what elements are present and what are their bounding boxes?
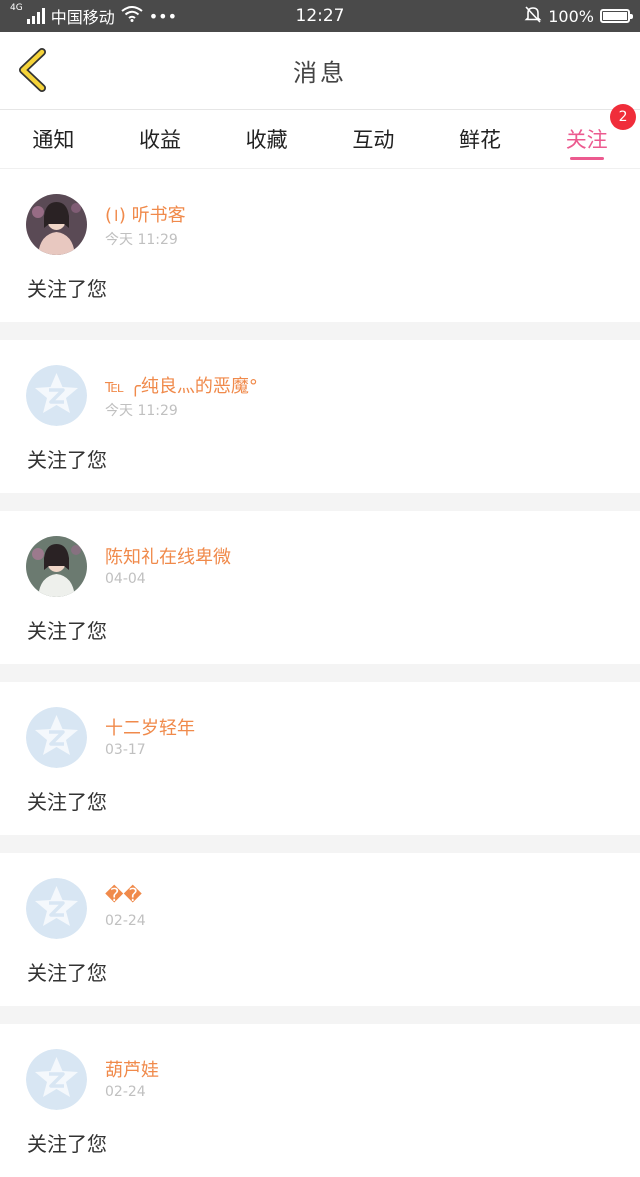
message-list: (।) 听书客今天 11:29 关注了您 ℡ ╭纯良灬的恶魔° 今天 11:29 关注了… [0,169,640,1177]
tab-label: 关注 [565,128,608,152]
list-item[interactable]: �� 02-24 关注了您 [0,853,640,1006]
tab-active-indicator [569,157,604,160]
tab-label: 通知 [32,128,75,152]
battery-fill [603,12,627,20]
page-title: 消息 [293,59,347,87]
message-text: 关注了您 [27,619,107,643]
tab-bar: 通知 收益 收藏 互动 鲜花 关注 2 [0,104,640,169]
default-avatar-icon[interactable] [26,707,87,768]
timestamp: 02-24 [105,913,146,929]
bell-muted-icon [524,5,542,27]
back-button[interactable] [14,48,58,92]
tab-favorites[interactable]: 收藏 [213,110,320,168]
default-avatar-icon[interactable] [26,365,87,426]
unread-badge: 2 [610,104,637,130]
tab-label: 收益 [139,128,181,152]
more-dots: ••• [148,6,178,26]
status-bar: 4G 中国移动 ••• 12:27 100% [0,0,640,32]
avatar[interactable] [26,194,87,255]
tab-earnings[interactable]: 收益 [107,110,214,168]
message-text: 关注了您 [27,277,107,301]
list-item[interactable]: 陈知礼在线卑微 04-04 关注了您 [0,511,640,664]
list-item[interactable]: ℡ ╭纯良灬的恶魔° 今天 11:29 关注了您 [0,340,640,493]
status-left: 4G 中国移动 ••• [10,4,177,28]
tab-interaction[interactable]: 互动 [320,110,427,168]
tab-flowers[interactable]: 鲜花 [427,110,534,168]
user-name[interactable]: 十二岁轻年 [105,714,195,740]
signal-icon [26,8,45,24]
network-type: 4G [10,3,23,13]
user-name[interactable]: ℡ ╭纯良灬的恶魔° [105,372,258,398]
list-item[interactable]: 十二岁轻年 03-17 关注了您 [0,682,640,835]
tab-label: 互动 [352,128,395,152]
user-name[interactable]: �� [105,885,142,906]
wifi-icon [121,6,143,26]
status-right: 100% [524,5,633,27]
timestamp: 今天 11:29 [105,403,178,419]
tab-follow[interactable]: 关注 2 [533,104,640,168]
timestamp: 03-17 [105,742,146,758]
message-text: 关注了您 [27,961,107,985]
nav-header: 消息 [0,32,640,110]
battery-icon [600,9,633,23]
tab-notice[interactable]: 通知 [0,110,107,168]
user-name[interactable]: (।) 听书客 [105,201,186,227]
message-text: 关注了您 [27,790,107,814]
message-text: 关注了您 [27,1132,107,1156]
avatar[interactable] [26,536,87,597]
list-item[interactable]: 葫芦娃 02-24 关注了您 [0,1024,640,1177]
user-name[interactable]: 葫芦娃 [105,1056,159,1082]
tab-label: 收藏 [245,128,288,152]
timestamp: 02-24 [105,1084,146,1100]
default-avatar-icon[interactable] [26,1049,87,1110]
tab-label: 鲜花 [459,128,502,152]
list-item[interactable]: (।) 听书客今天 11:29 关注了您 [0,169,640,322]
battery-percent: 100% [548,6,594,26]
message-text: 关注了您 [27,448,107,472]
timestamp: 04-04 [105,571,146,587]
timestamp: 今天 11:29 [105,232,178,248]
carrier-name: 中国移动 [50,8,115,27]
default-avatar-icon[interactable] [26,878,87,939]
chevron-left-icon [19,48,46,92]
user-name[interactable]: 陈知礼在线卑微 [105,543,231,569]
